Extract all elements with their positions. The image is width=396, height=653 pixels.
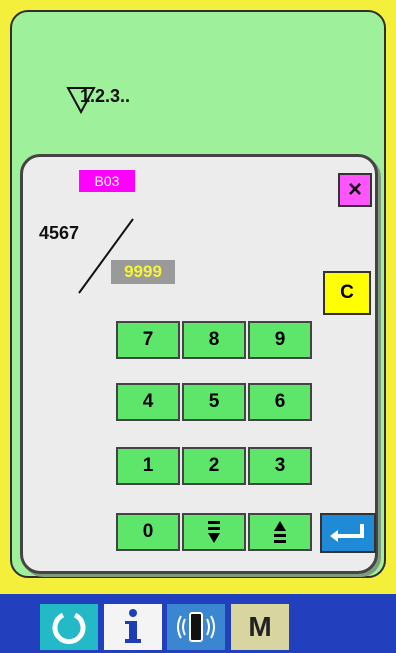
down-arrow-icon xyxy=(208,521,220,543)
main-panel: 1.2.3.. B03 × 4567 9999 C 7 8 9 4 5 6 1 … xyxy=(10,10,386,578)
svg-text:1.2.3..: 1.2.3.. xyxy=(80,86,130,106)
counter-icon: 1.2.3.. xyxy=(66,86,130,115)
fraction-slash xyxy=(78,218,134,294)
close-icon: × xyxy=(347,176,362,203)
key-7[interactable]: 7 xyxy=(116,321,180,359)
key-9[interactable]: 9 xyxy=(248,321,312,359)
increment-button[interactable] xyxy=(248,513,312,551)
communication-button[interactable] xyxy=(167,604,225,650)
key-5[interactable]: 5 xyxy=(182,383,246,421)
key-3[interactable]: 3 xyxy=(248,447,312,485)
enter-icon xyxy=(330,524,364,542)
clear-button[interactable]: C xyxy=(323,271,371,315)
counter-dialog: B03 × 4567 9999 C 7 8 9 4 5 6 1 2 3 0 xyxy=(20,154,378,574)
close-button[interactable]: × xyxy=(338,173,372,207)
taskbar: M xyxy=(0,594,396,653)
dialog-tag: B03 xyxy=(79,170,135,192)
home-button[interactable] xyxy=(40,604,98,650)
up-arrow-icon xyxy=(274,521,286,543)
enter-button[interactable] xyxy=(320,513,376,553)
communication-icon xyxy=(177,612,215,642)
key-2[interactable]: 2 xyxy=(182,447,246,485)
home-icon xyxy=(52,612,86,645)
mode-button[interactable]: M xyxy=(231,604,289,650)
key-4[interactable]: 4 xyxy=(116,383,180,421)
key-0[interactable]: 0 xyxy=(116,513,180,551)
info-icon xyxy=(125,609,141,643)
key-8[interactable]: 8 xyxy=(182,321,246,359)
key-6[interactable]: 6 xyxy=(248,383,312,421)
info-button[interactable] xyxy=(104,604,162,650)
key-1[interactable]: 1 xyxy=(116,447,180,485)
decrement-button[interactable] xyxy=(182,513,246,551)
total-count[interactable]: 9999 xyxy=(111,260,175,284)
